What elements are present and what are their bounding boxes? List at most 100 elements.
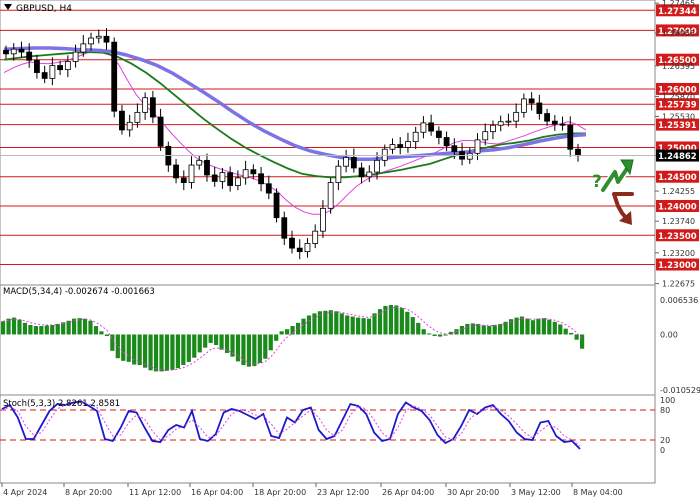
macd-bar [519, 316, 525, 335]
candle-body [196, 159, 203, 166]
macd-bar [104, 334, 109, 337]
candle-body [327, 182, 334, 209]
stoch-tick-label: 20 [660, 436, 670, 445]
candle-body [157, 116, 164, 147]
stoch-tick-label: 0 [660, 446, 665, 455]
level-label: 1.24500 [658, 173, 697, 183]
macd-bar [558, 324, 563, 335]
macd-bar [580, 334, 585, 349]
candle-body [435, 130, 442, 138]
macd-bar [498, 323, 503, 335]
macd-bar [481, 325, 486, 335]
candle-body [64, 61, 71, 71]
macd-bar [126, 334, 131, 362]
candle-body [520, 98, 527, 113]
macd-bar [170, 334, 175, 370]
macd-bar [175, 334, 180, 369]
chart-canvas: ? 1.273441.270001.265001.260001.257391.2… [0, 0, 700, 497]
macd-bar [121, 334, 126, 361]
macd-bar [345, 315, 350, 335]
current-price-label: 1.24862 [658, 152, 697, 162]
macd-bar [563, 328, 568, 335]
level-label: 1.23000 [658, 261, 697, 271]
candle-body [88, 37, 94, 45]
macd-bar [164, 334, 170, 371]
time-tick-label: 18 Apr 20:00 [254, 488, 306, 497]
macd-bar [295, 322, 301, 335]
candle-body [41, 72, 48, 79]
candle-body [466, 152, 473, 160]
macd-bar [530, 320, 536, 335]
macd-bar [334, 311, 339, 335]
macd-bar [388, 304, 394, 335]
candle-body [544, 113, 550, 122]
macd-bar [470, 323, 475, 335]
macd-bar [312, 313, 317, 335]
chart-title: GBPUSD, H4 [16, 4, 72, 14]
candle-body [95, 35, 102, 39]
price-tick-label: 1.23740 [662, 217, 695, 226]
macd-bar [137, 334, 142, 366]
macd-bar [55, 323, 60, 335]
candle-body [188, 164, 195, 183]
macd-bar [214, 334, 219, 346]
macd-bar [241, 334, 246, 366]
macd-bar [192, 334, 197, 358]
candle-body [265, 183, 272, 194]
time-axis: 4 Apr 2024 8 Apr 20:00 11 Apr 12:00 16 Apr … [1, 483, 623, 497]
candle-body [273, 192, 280, 219]
candle-body [142, 97, 149, 113]
time-tick-label: 11 Apr 12:00 [129, 488, 181, 497]
candle-body [451, 145, 458, 152]
time-tick-label: 26 Apr 04:00 [382, 488, 434, 497]
price-tick-label: 1.27465 [662, 0, 695, 8]
macd-bar [143, 334, 148, 368]
time-tick-label: 23 Apr 12:00 [317, 488, 369, 497]
macd-bar [492, 324, 497, 335]
macd-tick-label: -0.010529 [660, 386, 700, 395]
candle-body [397, 144, 404, 148]
candle-body [10, 48, 17, 55]
candle-body [250, 169, 257, 175]
macd-bar [421, 329, 426, 335]
candle-body [428, 122, 435, 132]
macd-panel-frame [0, 284, 656, 396]
forecast-question-mark: ? [592, 172, 602, 192]
macd-bar [153, 334, 159, 372]
macd-bar [6, 318, 11, 335]
price-tick-label: 1.24255 [662, 187, 695, 196]
candle-body [134, 111, 141, 123]
macd-bar [536, 318, 541, 335]
macd-bar [148, 334, 153, 371]
candle-body [528, 98, 535, 104]
candle-body [497, 121, 504, 126]
macd-bar [339, 313, 344, 335]
candle-body [312, 230, 319, 244]
candle-body [3, 49, 9, 55]
candle-body [505, 120, 512, 123]
macd-bar [268, 334, 273, 351]
macd-bar [252, 334, 257, 367]
macd-tick-label: 0.006536 [660, 296, 698, 305]
macd-bar [306, 315, 312, 335]
macd-bar [186, 334, 191, 362]
stoch-tick-label: 100 [660, 396, 675, 405]
macd-bar [377, 309, 383, 335]
candle-body [34, 59, 40, 73]
macd-bar [22, 322, 28, 335]
candle-body [374, 159, 380, 173]
candle-body [211, 174, 218, 182]
candle-body [358, 167, 365, 178]
macd-bar [181, 334, 186, 366]
candle-body [80, 43, 87, 53]
macd-bar [356, 317, 361, 335]
macd-bar [437, 334, 443, 337]
macd-bar [132, 334, 137, 365]
macd-bar [44, 325, 49, 335]
candle-body [405, 141, 411, 148]
macd-bar [279, 331, 284, 335]
candle-body [111, 41, 118, 112]
macd-bar [219, 334, 224, 350]
macd-bar [11, 317, 17, 335]
macd-bar [410, 317, 415, 335]
